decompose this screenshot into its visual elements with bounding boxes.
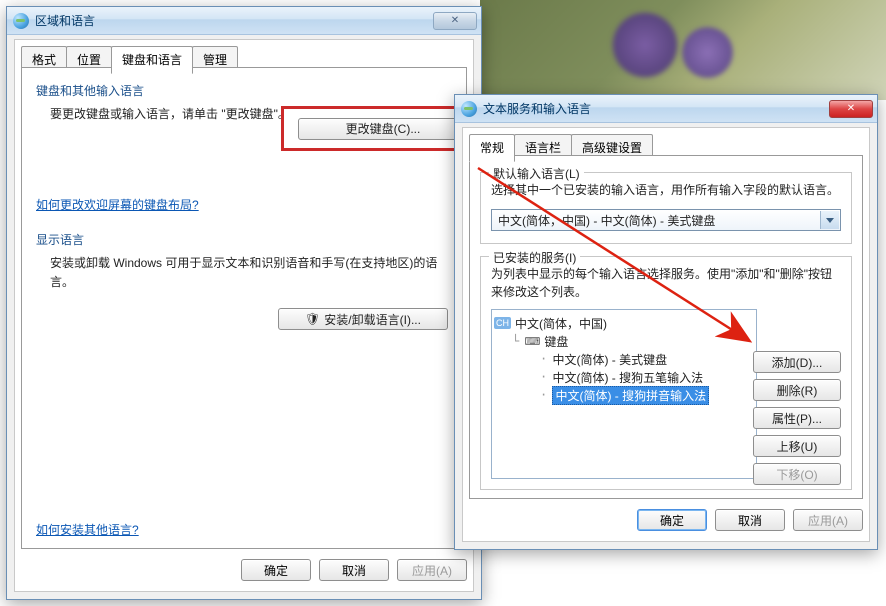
properties-button[interactable]: 属性(P)...: [753, 407, 841, 429]
tree-item[interactable]: · 中文(简体) - 搜狗五笔输入法: [494, 368, 754, 386]
display-lang-title: 显示语言: [36, 231, 452, 248]
combo-value: 中文(简体，中国) - 中文(简体) - 美式键盘: [498, 212, 715, 229]
installed-legend: 已安装的服务(I): [489, 249, 580, 266]
close-button[interactable]: [433, 12, 477, 30]
textsvc-body: 常规 语言栏 高级键设置 默认输入语言(L) 选择其中一个已安装的输入语言，用作…: [462, 127, 870, 542]
globe-icon: [461, 101, 477, 117]
text-services-window: 文本服务和输入语言 常规 语言栏 高级键设置 默认输入语言(L) 选择其中一个已…: [454, 94, 878, 550]
textsvc-titlebar[interactable]: 文本服务和输入语言: [455, 95, 877, 123]
cancel-button[interactable]: 取消: [715, 509, 785, 531]
textsvc-tabpanel: 默认输入语言(L) 选择其中一个已安装的输入语言，用作所有输入字段的默认语言。 …: [469, 155, 863, 499]
tree-keyboard-node[interactable]: └ 键盘: [494, 332, 754, 350]
tree-item[interactable]: · 中文(简体) - 美式键盘: [494, 350, 754, 368]
display-lang-text: 安装或卸载 Windows 可用于显示文本和识别语音和手写(在支持地区)的语言。: [36, 254, 452, 292]
keyboard-icon: [524, 334, 544, 348]
help-link-welcome-layout[interactable]: 如何更改欢迎屏幕的键盘布局?: [36, 198, 199, 212]
services-tree[interactable]: CH中文(简体，中国) └ 键盘 · 中文(简体) - 美式键盘 · 中文(简体…: [491, 309, 757, 479]
tree-side-buttons: 添加(D)... 删除(R) 属性(P)... 上移(U) 下移(O): [753, 351, 841, 485]
ok-button[interactable]: 确定: [241, 559, 311, 581]
install-language-label: 安装/卸载语言(I)...: [324, 311, 421, 328]
help-link-install-other[interactable]: 如何安装其他语言?: [36, 523, 139, 537]
default-lang-combo[interactable]: 中文(简体，中国) - 中文(简体) - 美式键盘: [491, 209, 841, 231]
installed-services-group: 已安装的服务(I) 为列表中显示的每个输入语言选择服务。使用"添加"和"删除"按…: [480, 256, 852, 490]
region-tabpanel: 键盘和其他输入语言 要更改键盘或输入语言，请单击 "更改键盘"。 更改键盘(C)…: [21, 67, 467, 549]
install-language-button[interactable]: 安装/卸载语言(I)...: [278, 308, 448, 330]
ch-badge-icon: CH: [494, 317, 511, 329]
delete-button[interactable]: 删除(R): [753, 379, 841, 401]
tree-item-selected[interactable]: · 中文(简体) - 搜狗拼音输入法: [494, 386, 754, 404]
region-titlebar[interactable]: 区域和语言: [7, 7, 481, 35]
moveup-button[interactable]: 上移(U): [753, 435, 841, 457]
region-title: 区域和语言: [35, 12, 95, 29]
cancel-button[interactable]: 取消: [319, 559, 389, 581]
tab-general[interactable]: 常规: [469, 134, 515, 162]
add-button[interactable]: 添加(D)...: [753, 351, 841, 373]
kb-section-title: 键盘和其他输入语言: [36, 82, 452, 99]
desktop-wallpaper: [480, 0, 886, 100]
close-button[interactable]: [829, 100, 873, 118]
tree-root[interactable]: CH中文(简体，中国): [494, 314, 754, 332]
installed-text: 为列表中显示的每个输入语言选择服务。使用"添加"和"删除"按钮来修改这个列表。: [491, 265, 841, 301]
default-lang-text: 选择其中一个已安装的输入语言，用作所有输入字段的默认语言。: [491, 181, 841, 199]
globe-icon: [13, 13, 29, 29]
ok-button[interactable]: 确定: [637, 509, 707, 531]
chevron-down-icon: [826, 218, 834, 223]
change-keyboard-button[interactable]: 更改键盘(C)...: [298, 118, 468, 140]
region-language-window: 区域和语言 格式 位置 键盘和语言 管理 键盘和其他输入语言 要更改键盘或输入语…: [6, 6, 482, 600]
apply-button[interactable]: 应用(A): [793, 509, 863, 531]
default-lang-legend: 默认输入语言(L): [489, 165, 584, 182]
default-lang-group: 默认输入语言(L) 选择其中一个已安装的输入语言，用作所有输入字段的默认语言。 …: [480, 172, 852, 244]
region-body: 格式 位置 键盘和语言 管理 键盘和其他输入语言 要更改键盘或输入语言，请单击 …: [14, 39, 474, 592]
region-bottombar: 确定 取消 应用(A): [21, 555, 467, 585]
movedown-button[interactable]: 下移(O): [753, 463, 841, 485]
textsvc-bottombar: 确定 取消 应用(A): [469, 505, 863, 535]
textsvc-title: 文本服务和输入语言: [483, 100, 591, 117]
tab-keyboard-language[interactable]: 键盘和语言: [111, 46, 193, 74]
apply-button[interactable]: 应用(A): [397, 559, 467, 581]
